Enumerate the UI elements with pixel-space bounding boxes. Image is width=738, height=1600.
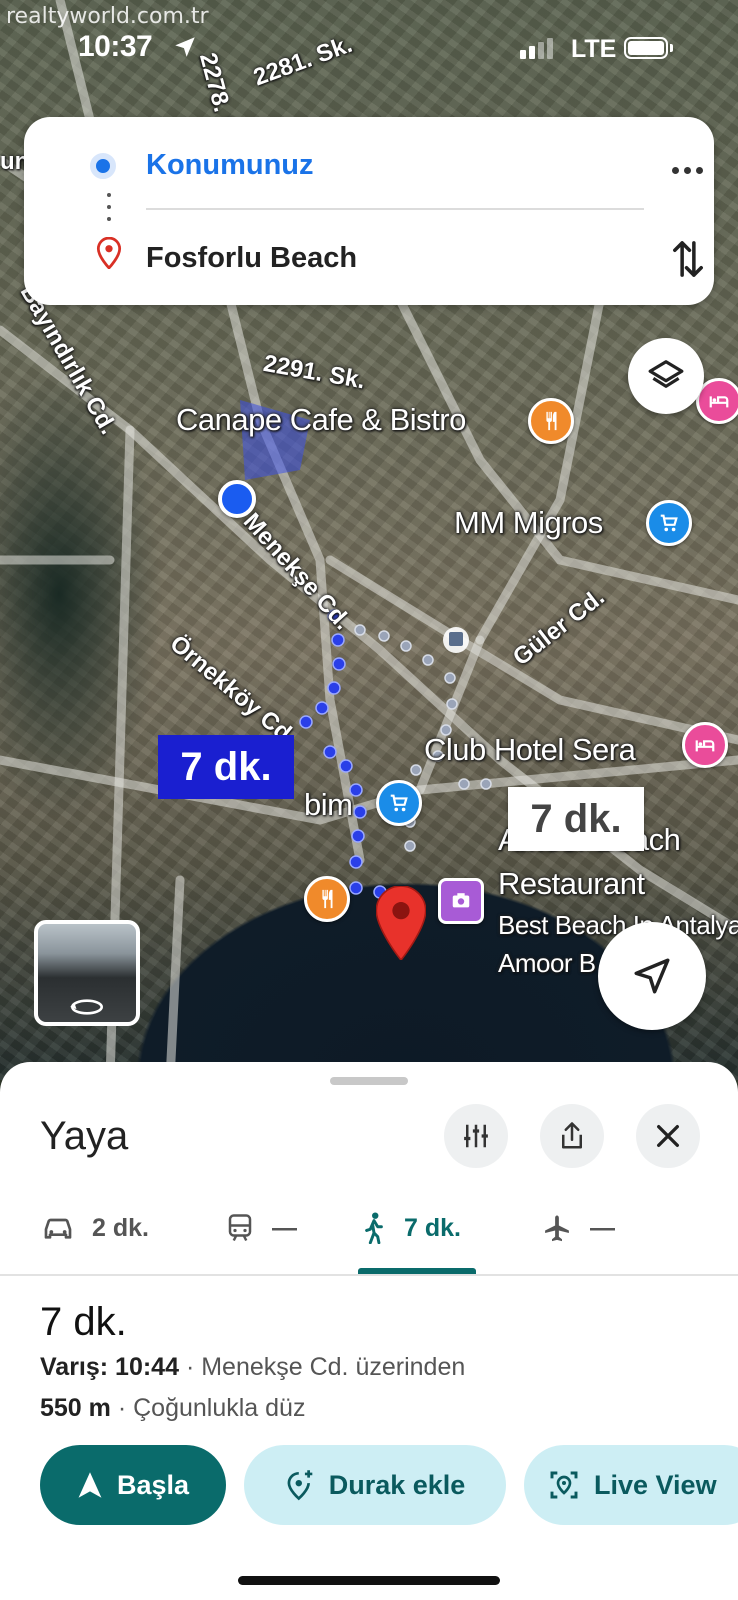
sheet-title: Yaya [40,1114,129,1158]
tab-transit[interactable]: — [226,1182,297,1274]
poi-label-amoor-short[interactable]: Amoor B [498,948,596,979]
home-indicator[interactable] [238,1576,500,1585]
tab-transit-label: — [272,1213,297,1242]
battery-icon [624,37,673,59]
share-button[interactable] [540,1104,604,1168]
tab-car[interactable]: 2 dk. [42,1182,149,1274]
alt-route-time-bubble[interactable]: 7 dk. [508,787,644,851]
close-button[interactable] [636,1104,700,1168]
restaurant-pin-icon[interactable] [528,398,574,444]
poi-label-migros[interactable]: MM Migros [454,505,603,541]
destination-marker-icon [96,237,122,269]
active-tab-indicator [358,1268,476,1274]
start-button-label: Başla [116,1469,190,1500]
map-view[interactable]: realtyworld.com.tr 10:37 LTE 2278. Sk. 2… [0,0,738,1080]
live-view-label: Live View [594,1469,717,1500]
destination-pin-icon[interactable] [376,886,426,960]
add-stop-icon [287,1470,313,1501]
swap-direction-icon[interactable] [670,237,706,281]
route-dots-icon [107,193,111,221]
arrival-via: · Menekşe Cd. üzerinden [179,1353,466,1381]
arrival-info: Varış: 10:44 · Menekşe Cd. üzerinden [40,1353,465,1382]
tab-walk[interactable]: 7 dk. [362,1182,461,1274]
poi-label-amoor-2[interactable]: Restaurant [498,866,645,902]
signal-icon [520,38,553,59]
drag-handle[interactable] [330,1077,408,1085]
tab-walk-label: 7 dk. [404,1213,461,1242]
layers-icon [648,360,684,388]
distance-info: 550 m · Çoğunlukla düz [40,1394,305,1423]
add-stop-label: Durak ekle [328,1469,466,1500]
street-view-rotate-icon [70,999,104,1015]
car-icon [44,1218,72,1239]
restaurant-pin-icon[interactable] [304,876,350,922]
share-icon [562,1122,582,1149]
travel-mode-tabs: 2 dk. — 7 dk. — [0,1182,738,1274]
status-time: 10:37 [78,30,153,63]
destination-field[interactable]: Fosforlu Beach [146,242,357,275]
train-icon [228,1214,252,1242]
directions-sheet: Yaya 2 dk. — 7 dk. — 7 dk. Varış: 10:44 … [0,1062,738,1600]
hotel-pin-icon[interactable] [682,722,728,768]
origin-field[interactable]: Konumunuz [146,149,314,182]
recenter-button[interactable] [598,922,706,1030]
divider [146,208,644,210]
tab-car-label: 2 dk. [92,1213,149,1242]
network-type: LTE [571,35,617,63]
shopping-cart-pin-icon[interactable] [646,500,692,546]
route-options-button[interactable] [444,1104,508,1168]
live-view-button[interactable]: Live View [524,1445,738,1525]
distance-value: 550 m [40,1394,111,1422]
watermark: realtyworld.com.tr [6,4,209,29]
tab-flight[interactable]: — [542,1182,615,1274]
terrain-desc: · Çoğunlukla düz [110,1394,306,1422]
shopping-cart-pin-icon[interactable] [376,780,422,826]
airplane-icon [545,1215,569,1242]
poi-label-club-hotel[interactable]: Club Hotel Sera [424,732,636,768]
start-button[interactable]: Başla [40,1445,226,1525]
poi-label-bim[interactable]: bim [304,787,353,823]
more-options-button[interactable] [662,159,712,181]
arrival-time: Varış: 10:44 [40,1353,179,1381]
navigate-arrow-icon [78,1472,102,1498]
directions-card: Konumunuz Fosforlu Beach [24,117,714,305]
poi-label-canape[interactable]: Canape Cafe & Bistro [176,402,466,438]
live-view-icon [550,1471,578,1499]
layers-button[interactable] [628,338,704,414]
street-view-thumbnail[interactable] [34,920,140,1026]
origin-dot-icon [90,153,116,179]
close-icon [657,1125,679,1147]
photo-spot-pin-icon[interactable] [438,878,484,924]
navigation-arrow-icon [634,958,670,994]
divider [0,1274,738,1276]
add-stop-button[interactable]: Durak ekle [244,1445,506,1525]
walking-icon [365,1212,383,1244]
route-time-bubble[interactable]: 7 dk. [158,735,294,799]
current-location-marker [218,480,256,518]
tab-flight-label: — [590,1213,615,1242]
route-duration: 7 dk. [40,1300,127,1344]
sliders-icon [464,1124,488,1148]
